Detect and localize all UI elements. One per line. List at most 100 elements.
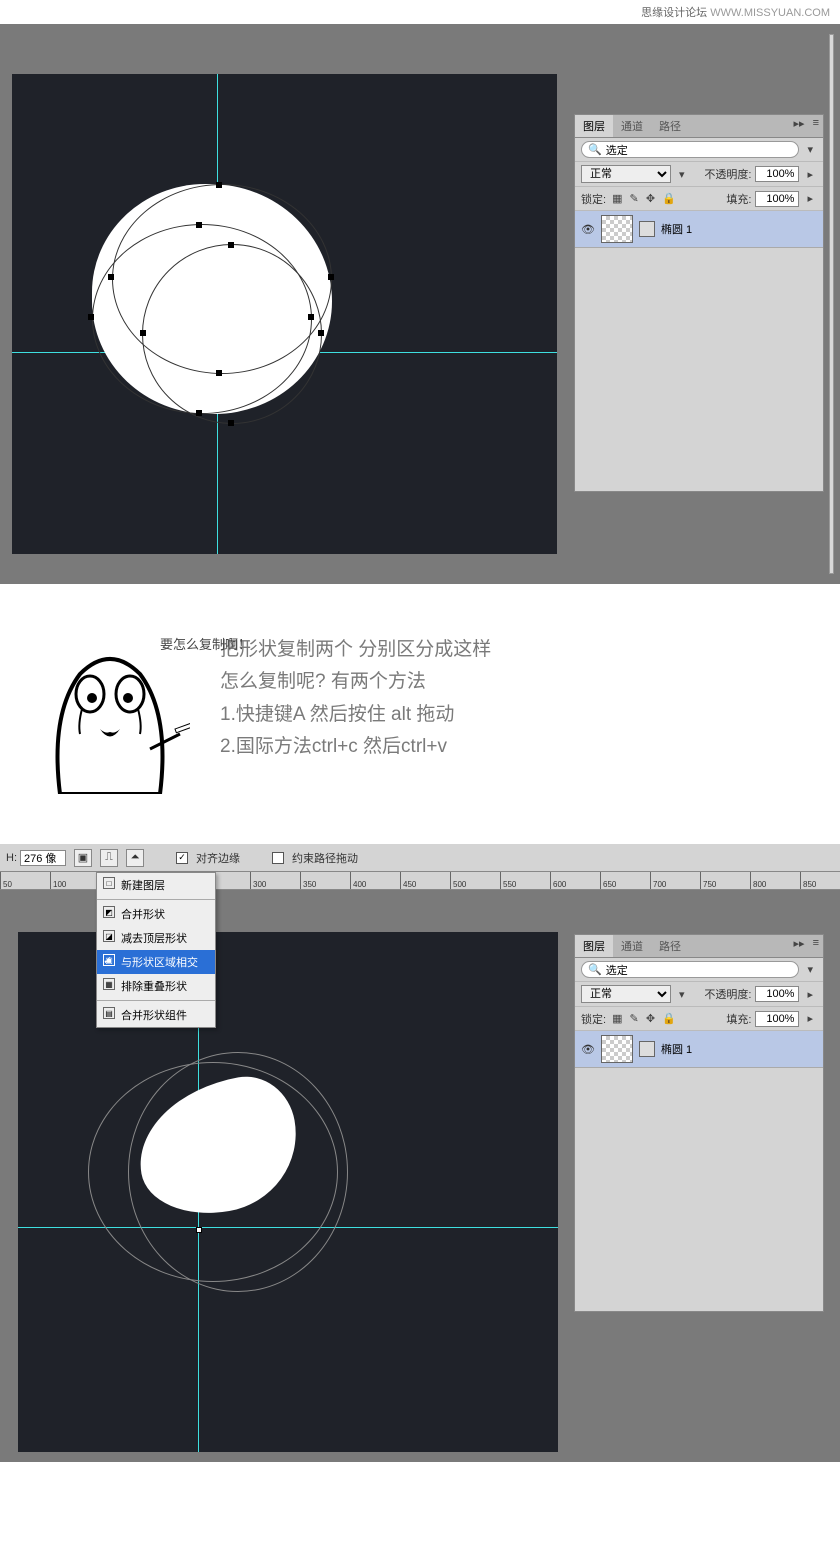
instruction-line: 1.快捷键A 然后按住 alt 拖动 bbox=[220, 699, 810, 731]
layer-row[interactable]: 👁 椭圆 1 bbox=[575, 1031, 823, 1068]
chevron-icon[interactable]: ▸ bbox=[803, 166, 817, 183]
path-operations-menu: □新建图层 ◩合并形状 ◪减去顶层形状 ▣与形状区域相交 ▦排除重叠形状 ▤合并… bbox=[96, 872, 216, 1028]
anchor-point[interactable] bbox=[228, 242, 234, 248]
options-bar: H: ▣ ⎍ ⏶ ✓ 对齐边缘 约束路径拖动 bbox=[0, 844, 840, 872]
anchor-point[interactable] bbox=[108, 274, 114, 280]
anchor-point[interactable] bbox=[308, 314, 314, 320]
layer-filter[interactable]: 🔍 bbox=[581, 141, 799, 158]
layers-panel: 图层 通道 路径 ▸▸ ≡ 🔍 ▾ 正常 ▾ 不透明度: 100% ▸ 锁定: … bbox=[574, 934, 824, 1312]
opacity-value[interactable]: 100% bbox=[755, 986, 799, 1002]
visibility-eye-icon[interactable]: 👁 bbox=[581, 1043, 595, 1056]
ruler-tick: 350 bbox=[300, 872, 350, 889]
filter-input[interactable] bbox=[606, 144, 793, 156]
align-edges-checkbox[interactable]: ✓ bbox=[176, 852, 188, 864]
opacity-value[interactable]: 100% bbox=[755, 166, 799, 182]
anchor-point[interactable] bbox=[88, 314, 94, 320]
meme-image: 要怎么复制啊！ bbox=[30, 634, 190, 794]
anchor-point[interactable] bbox=[196, 1227, 202, 1233]
tab-layers[interactable]: 图层 bbox=[575, 935, 613, 957]
ellipse-outline-2[interactable] bbox=[128, 1052, 348, 1292]
lock-transparency-icon[interactable]: ▦ bbox=[612, 193, 622, 205]
align-button[interactable]: ⎍ bbox=[100, 849, 118, 867]
menu-merge-components[interactable]: ▤合并形状组件 bbox=[97, 1003, 215, 1027]
blend-mode-select[interactable]: 正常 bbox=[581, 985, 671, 1003]
instruction-block: 要怎么复制啊！ 把形状复制两个 分别区分成这样 怎么复制呢? 有两个方法 1.快… bbox=[0, 584, 840, 844]
constrain-checkbox[interactable] bbox=[272, 852, 284, 864]
chevron-icon[interactable]: ▸ bbox=[803, 1010, 817, 1027]
dropdown-icon[interactable]: ▾ bbox=[675, 986, 689, 1003]
menu-subtract[interactable]: ◪减去顶层形状 bbox=[97, 926, 215, 950]
layer-thumbnail[interactable] bbox=[601, 1035, 633, 1063]
screenshot-2: H: ▣ ⎍ ⏶ ✓ 对齐边缘 约束路径拖动 □新建图层 ◩合并形状 ◪减去顶层… bbox=[0, 844, 840, 1462]
filter-dropdown-icon[interactable]: ▾ bbox=[803, 961, 817, 978]
panel-menu-icon[interactable]: ≡ bbox=[809, 115, 823, 137]
ruler-tick: 300 bbox=[250, 872, 300, 889]
ruler-tick: 450 bbox=[400, 872, 450, 889]
anchor-point[interactable] bbox=[196, 222, 202, 228]
dropdown-icon[interactable]: ▾ bbox=[675, 166, 689, 183]
lock-pixels-icon[interactable]: ✎ bbox=[630, 1013, 639, 1025]
anchor-point[interactable] bbox=[328, 274, 334, 280]
scrollbar[interactable] bbox=[829, 34, 834, 574]
filter-input[interactable] bbox=[606, 964, 793, 976]
chevron-icon[interactable]: ▸ bbox=[803, 986, 817, 1003]
tab-layers[interactable]: 图层 bbox=[575, 115, 613, 137]
tab-paths[interactable]: 路径 bbox=[651, 115, 689, 137]
menu-intersect[interactable]: ▣与形状区域相交 bbox=[97, 950, 215, 974]
visibility-eye-icon[interactable]: 👁 bbox=[581, 223, 595, 236]
anchor-point[interactable] bbox=[216, 370, 222, 376]
fill-value[interactable]: 100% bbox=[755, 191, 799, 207]
layer-name[interactable]: 椭圆 1 bbox=[661, 221, 817, 237]
lock-position-icon[interactable]: ✥ bbox=[646, 193, 655, 205]
height-input[interactable] bbox=[20, 850, 66, 866]
instruction-line: 2.国际方法ctrl+c 然后ctrl+v bbox=[220, 731, 810, 763]
ruler-tick: 750 bbox=[700, 872, 750, 889]
menu-new-layer[interactable]: □新建图层 bbox=[97, 873, 215, 897]
lock-label: 锁定: bbox=[581, 1011, 606, 1027]
lock-buttons: ▦ ✎ ✥ 🔒 bbox=[610, 1012, 678, 1025]
anchor-point[interactable] bbox=[140, 330, 146, 336]
menu-exclude[interactable]: ▦排除重叠形状 bbox=[97, 974, 215, 998]
meme-caption: 要怎么复制啊！ bbox=[160, 634, 251, 653]
lock-position-icon[interactable]: ✥ bbox=[646, 1013, 655, 1025]
watermark: 思缘设计论坛 WWW.MISSYUAN.COM bbox=[0, 0, 840, 24]
tab-channels[interactable]: 通道 bbox=[613, 935, 651, 957]
layer-thumbnail[interactable] bbox=[601, 215, 633, 243]
fill-label: 填充: bbox=[726, 191, 751, 207]
ruler-tick: 600 bbox=[550, 872, 600, 889]
lock-label: 锁定: bbox=[581, 191, 606, 207]
blend-mode-select[interactable]: 正常 bbox=[581, 165, 671, 183]
filter-dropdown-icon[interactable]: ▾ bbox=[803, 141, 817, 158]
layer-name[interactable]: 椭圆 1 bbox=[661, 1041, 817, 1057]
lock-all-icon[interactable]: 🔒 bbox=[662, 193, 676, 205]
arrange-button[interactable]: ⏶ bbox=[126, 849, 144, 867]
lock-transparency-icon[interactable]: ▦ bbox=[612, 1013, 622, 1025]
tab-paths[interactable]: 路径 bbox=[651, 935, 689, 957]
layer-row[interactable]: 👁 椭圆 1 bbox=[575, 211, 823, 248]
anchor-point[interactable] bbox=[228, 420, 234, 426]
ruler-tick: 400 bbox=[350, 872, 400, 889]
vector-mask-thumbnail[interactable] bbox=[639, 221, 655, 237]
ellipse-path-3[interactable] bbox=[142, 244, 322, 424]
collapse-icon[interactable]: ▸▸ bbox=[790, 115, 809, 137]
chevron-icon[interactable]: ▸ bbox=[803, 190, 817, 207]
menu-combine[interactable]: ◩合并形状 bbox=[97, 902, 215, 926]
layers-panel: 图层 通道 路径 ▸▸ ≡ 🔍 ▾ 正常 ▾ 不透明度: 100% ▸ 锁定: … bbox=[574, 114, 824, 492]
screenshot-1: 图层 通道 路径 ▸▸ ≡ 🔍 ▾ 正常 ▾ 不透明度: 100% ▸ 锁定: … bbox=[0, 24, 840, 584]
vector-mask-thumbnail[interactable] bbox=[639, 1041, 655, 1057]
lock-pixels-icon[interactable]: ✎ bbox=[630, 193, 639, 205]
anchor-point[interactable] bbox=[318, 330, 324, 336]
lock-all-icon[interactable]: 🔒 bbox=[662, 1013, 676, 1025]
canvas-area[interactable] bbox=[12, 74, 557, 554]
anchor-point[interactable] bbox=[196, 410, 202, 416]
layer-filter[interactable]: 🔍 bbox=[581, 961, 799, 978]
ruler-tick: 550 bbox=[500, 872, 550, 889]
pathop-button[interactable]: ▣ bbox=[74, 849, 92, 867]
anchor-point[interactable] bbox=[216, 182, 222, 188]
instruction-line: 怎么复制呢? 有两个方法 bbox=[220, 666, 810, 698]
collapse-icon[interactable]: ▸▸ bbox=[790, 935, 809, 957]
fill-value[interactable]: 100% bbox=[755, 1011, 799, 1027]
panel-menu-icon[interactable]: ≡ bbox=[809, 935, 823, 957]
tab-channels[interactable]: 通道 bbox=[613, 115, 651, 137]
constrain-label: 约束路径拖动 bbox=[292, 850, 358, 866]
